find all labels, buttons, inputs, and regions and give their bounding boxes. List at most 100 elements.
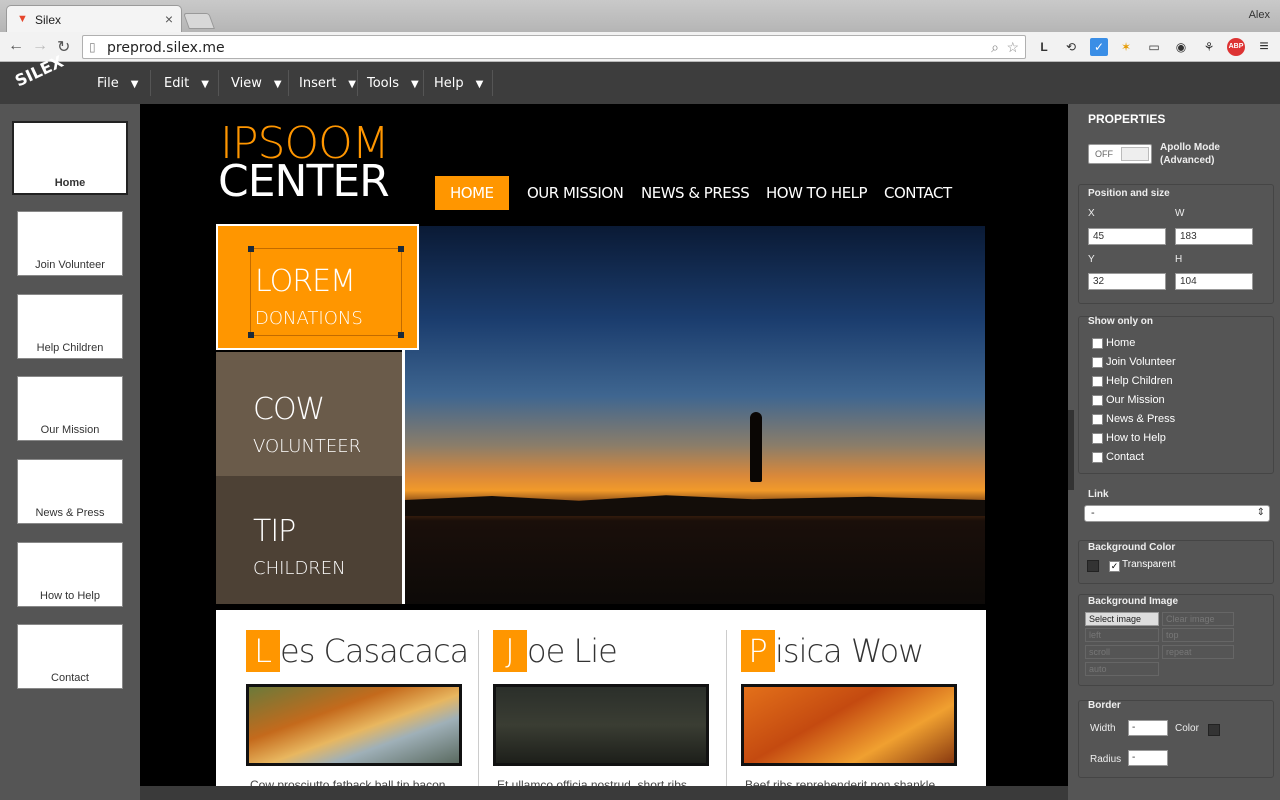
content-section[interactable]: L es Casacaca Cow prosciutto fatback bal… bbox=[216, 610, 986, 786]
transparent-checkbox[interactable]: ✓ bbox=[1109, 561, 1120, 572]
back-arrow-icon[interactable]: ← bbox=[8, 37, 24, 55]
site-nav-home[interactable]: HOME bbox=[435, 176, 509, 210]
clear-image-button[interactable]: Clear image bbox=[1162, 612, 1234, 626]
page-thumb-contact[interactable]: Contact bbox=[17, 624, 123, 689]
menu-help-label: Help bbox=[434, 76, 464, 91]
resize-handle[interactable] bbox=[248, 246, 254, 252]
page-thumb-our-mission[interactable]: Our Mission bbox=[17, 376, 123, 441]
extension-l-icon[interactable]: L bbox=[1035, 38, 1053, 56]
h-field[interactable]: 104 bbox=[1175, 273, 1253, 290]
column-autumn-bench-image[interactable] bbox=[741, 684, 957, 766]
extension-check-icon[interactable]: ✓ bbox=[1090, 38, 1108, 56]
menu-divider bbox=[423, 70, 424, 96]
block-children[interactable]: TIP CHILDREN bbox=[216, 476, 404, 604]
y-label: Y bbox=[1088, 254, 1095, 265]
border-title: Border bbox=[1088, 700, 1121, 711]
selected-element-outline[interactable] bbox=[248, 246, 404, 338]
menu-file[interactable]: File ▼ bbox=[97, 76, 138, 91]
address-bar[interactable]: ▯ preprod.silex.me ⌕ ☆ bbox=[82, 35, 1026, 59]
bg-position-x-select[interactable]: left bbox=[1085, 628, 1159, 642]
bg-attachment-select[interactable]: scroll bbox=[1085, 645, 1159, 659]
site-nav-our-mission[interactable]: OUR MISSION bbox=[527, 176, 624, 210]
page-thumb-join-volunteer[interactable]: Join Volunteer bbox=[17, 211, 123, 276]
cast-icon[interactable]: ▭ bbox=[1145, 38, 1163, 56]
column-barn-image[interactable] bbox=[493, 684, 709, 766]
bg-position-y-select[interactable]: top bbox=[1162, 628, 1234, 642]
extension-audio-icon[interactable]: ◉ bbox=[1172, 38, 1190, 56]
border-width-field[interactable]: - bbox=[1128, 720, 1168, 736]
menu-tools[interactable]: Tools ▼ bbox=[367, 76, 419, 91]
page-icon: ▯ bbox=[89, 40, 96, 54]
show-on-home-checkbox[interactable] bbox=[1092, 338, 1103, 349]
select-image-button[interactable]: Select image bbox=[1085, 612, 1159, 626]
y-field[interactable]: 32 bbox=[1088, 273, 1166, 290]
new-tab-button[interactable] bbox=[183, 13, 215, 29]
page-thumb-home[interactable]: Home bbox=[12, 121, 128, 195]
site-nav-contact[interactable]: CONTACT bbox=[884, 176, 952, 210]
show-on-our-mission-checkbox[interactable] bbox=[1092, 395, 1103, 406]
adblock-plus-icon[interactable]: ABP bbox=[1227, 38, 1245, 56]
block-volunteer[interactable]: COW VOLUNTEER bbox=[216, 352, 404, 476]
extension-puzzle-icon[interactable]: ⚘ bbox=[1200, 38, 1218, 56]
x-field[interactable]: 45 bbox=[1088, 228, 1166, 245]
hero-person-silhouette bbox=[750, 412, 762, 482]
show-on-join-volunteer-checkbox[interactable] bbox=[1092, 357, 1103, 368]
show-on-help-children-checkbox[interactable] bbox=[1092, 376, 1103, 387]
content-column[interactable]: L es Casacaca Cow prosciutto fatback bal… bbox=[246, 630, 474, 786]
background-color-swatch[interactable] bbox=[1087, 560, 1099, 572]
bg-repeat-select[interactable]: repeat bbox=[1162, 645, 1234, 659]
menu-view[interactable]: View ▼ bbox=[231, 76, 282, 91]
w-field[interactable]: 183 bbox=[1175, 228, 1253, 245]
menu-tools-label: Tools bbox=[367, 76, 400, 91]
border-color-label: Color bbox=[1175, 723, 1199, 734]
hero-sunset-image[interactable] bbox=[405, 226, 985, 604]
editor-stage[interactable]: IPSOOM CENTER HOME OUR MISSION NEWS & PR… bbox=[140, 104, 1068, 786]
close-tab-icon[interactable]: × bbox=[165, 11, 173, 27]
block-divider-line bbox=[402, 350, 405, 604]
show-on-help-children-label: Help Children bbox=[1106, 375, 1173, 387]
menu-help[interactable]: Help ▼ bbox=[434, 76, 483, 91]
site-nav-news-press[interactable]: NEWS & PRESS bbox=[641, 176, 750, 210]
search-icon[interactable]: ⌕ bbox=[991, 39, 999, 56]
show-on-contact-checkbox[interactable] bbox=[1092, 452, 1103, 463]
menu-edit[interactable]: Edit ▼ bbox=[164, 76, 209, 91]
page-thumb-help-children[interactable]: Help Children bbox=[17, 294, 123, 359]
chevron-down-icon: ▼ bbox=[475, 79, 484, 90]
site-nav-how-to-help[interactable]: HOW TO HELP bbox=[766, 176, 868, 210]
page-thumb-how-to-help[interactable]: How to Help bbox=[17, 542, 123, 607]
link-select[interactable]: - ⇕ bbox=[1084, 505, 1270, 522]
column-divider bbox=[478, 630, 479, 786]
extension-star-icon[interactable]: ✶ bbox=[1117, 38, 1135, 56]
site-title-line2[interactable]: CENTER bbox=[218, 156, 390, 207]
block-children-subtitle: CHILDREN bbox=[253, 558, 346, 579]
border-radius-field[interactable]: - bbox=[1128, 750, 1168, 766]
block-children-title: TIP bbox=[253, 514, 296, 549]
page-thumb-news-press[interactable]: News & Press bbox=[17, 459, 123, 524]
column-text: Beef ribs reprehenderit non shankle bbox=[745, 778, 936, 786]
link-select-value: - bbox=[1091, 507, 1095, 519]
content-column[interactable]: P isica Wow Beef ribs reprehenderit non … bbox=[741, 630, 969, 786]
apollo-mode-toggle[interactable]: OFF bbox=[1088, 144, 1152, 164]
show-on-news-press-checkbox[interactable] bbox=[1092, 414, 1103, 425]
resize-handle[interactable] bbox=[248, 332, 254, 338]
browser-menu-icon[interactable]: ≡ bbox=[1255, 38, 1273, 56]
forward-arrow-icon[interactable]: → bbox=[32, 37, 48, 55]
resize-handle[interactable] bbox=[398, 332, 404, 338]
column-divider bbox=[726, 630, 727, 786]
resize-handle[interactable] bbox=[398, 246, 404, 252]
bookmark-star-icon[interactable]: ☆ bbox=[1006, 39, 1019, 56]
border-section bbox=[1078, 700, 1274, 778]
properties-scrollbar[interactable] bbox=[1068, 410, 1074, 490]
extension-sync-icon[interactable]: ⟲ bbox=[1062, 38, 1080, 56]
menu-insert[interactable]: Insert ▼ bbox=[299, 76, 356, 91]
browser-user-label[interactable]: Alex bbox=[1249, 9, 1270, 21]
stage-horizontal-scrollbar[interactable] bbox=[140, 786, 1068, 800]
column-autumn-lake-image[interactable] bbox=[246, 684, 462, 766]
border-color-swatch[interactable] bbox=[1208, 724, 1220, 736]
show-on-home-label: Home bbox=[1106, 337, 1136, 349]
content-column[interactable]: J oe Lie Et ullamco officia nostrud, sho… bbox=[493, 630, 721, 786]
browser-tab[interactable]: ▼ Silex × bbox=[6, 5, 182, 33]
show-on-how-to-help-checkbox[interactable] bbox=[1092, 433, 1103, 444]
bg-size-select[interactable]: auto bbox=[1085, 662, 1159, 676]
show-on-news-press-label: News & Press bbox=[1106, 413, 1176, 425]
